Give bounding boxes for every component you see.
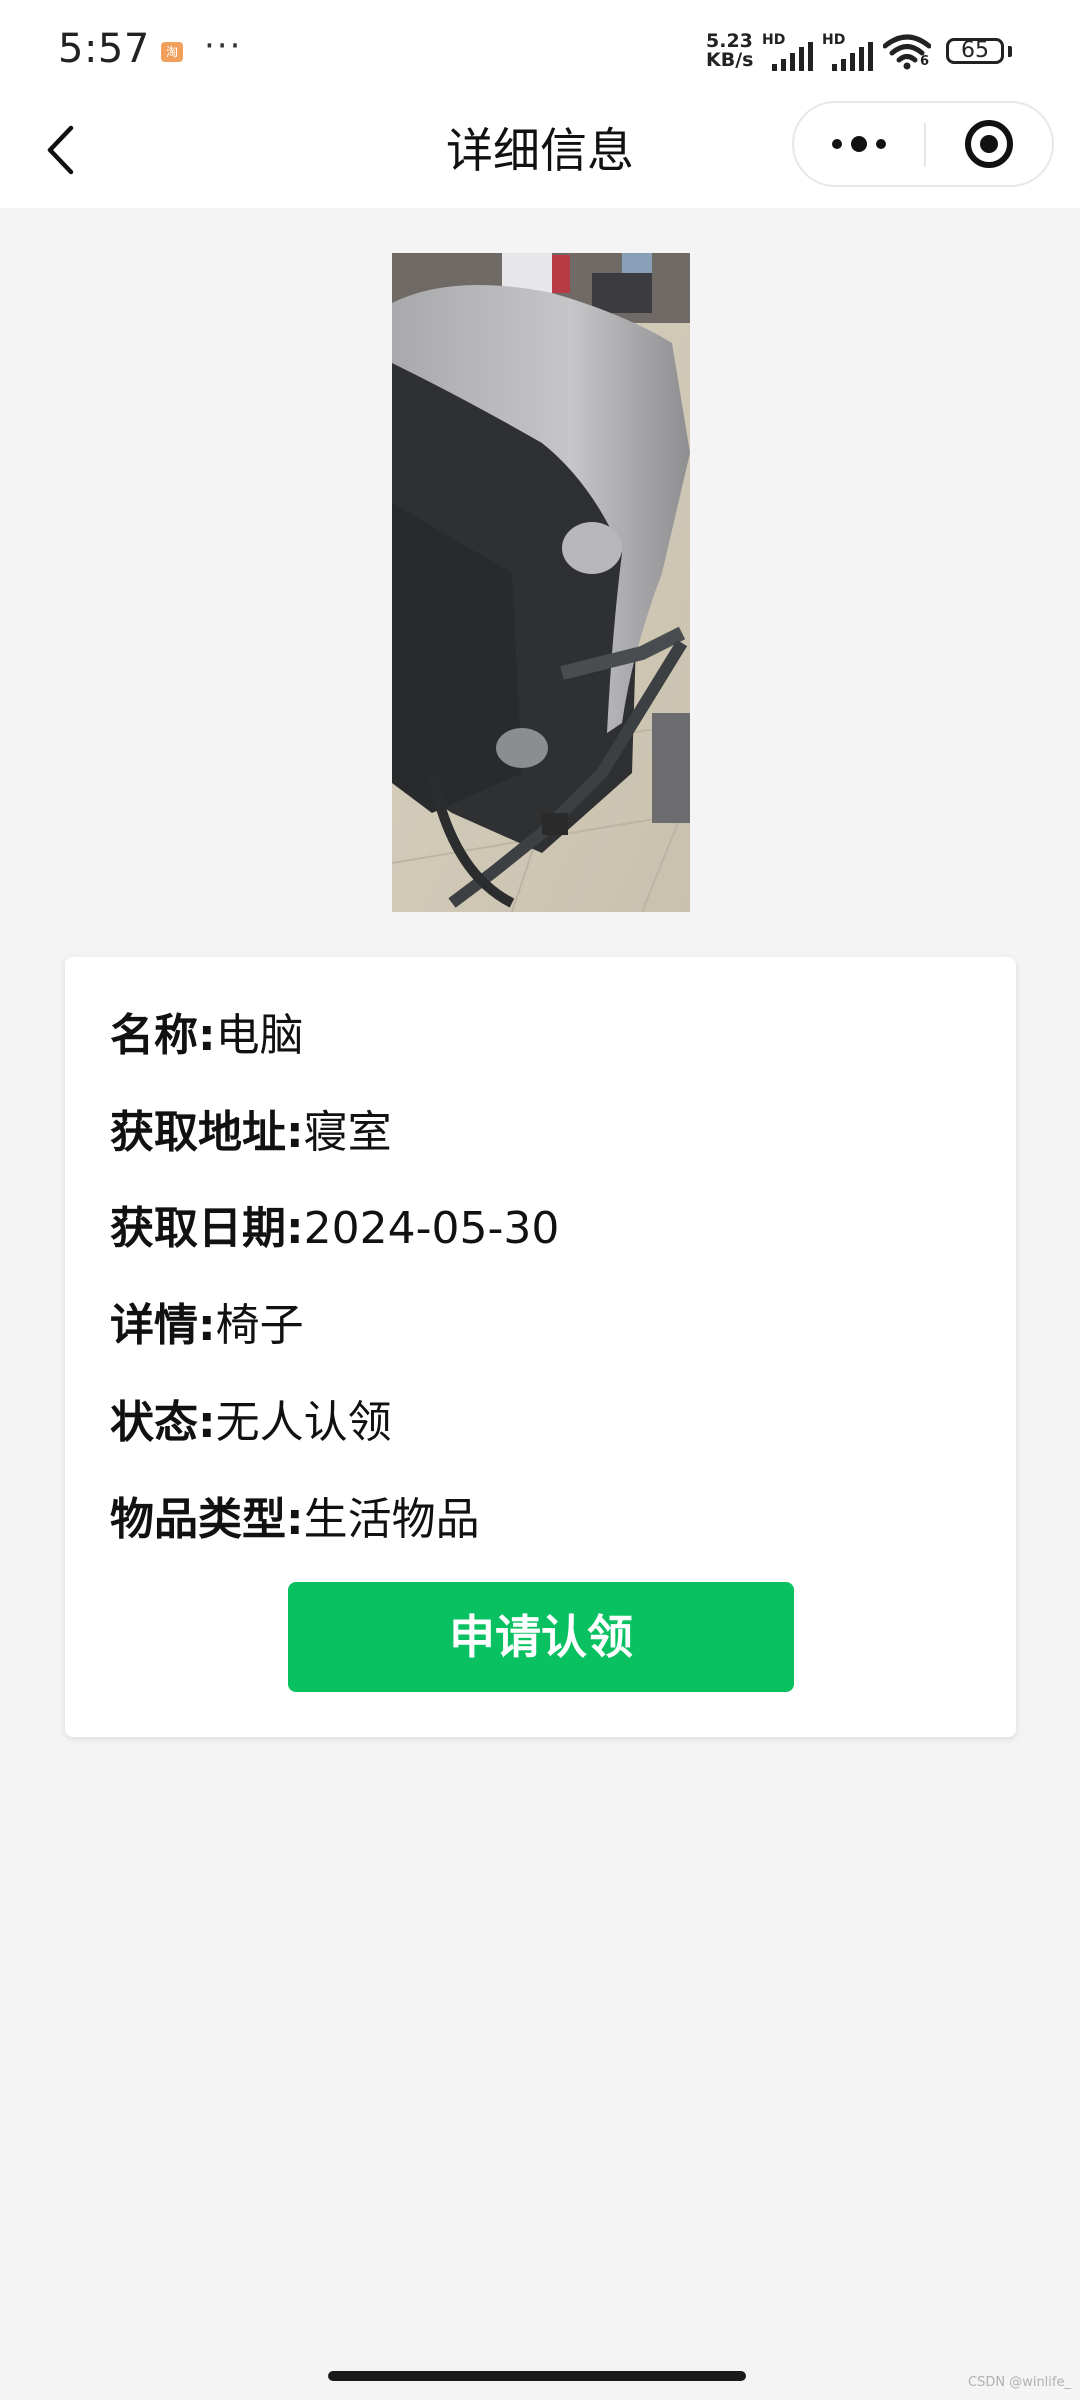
network-speed: 5.23 KB/s [706, 32, 758, 70]
home-indicator[interactable] [328, 2371, 746, 2381]
field-details-label: 详情: [110, 1300, 216, 1351]
wifi-badge: 6 [920, 54, 930, 69]
apply-claim-button[interactable]: 申请认领 [288, 1582, 794, 1692]
more-notifications-icon: ··· [204, 26, 243, 66]
battery-level: 65 [961, 38, 989, 63]
field-category: 物品类型:生活物品 [110, 1485, 480, 1555]
field-category-value: 生活物品 [303, 1494, 480, 1545]
field-location-label: 获取地址: [110, 1107, 304, 1158]
field-date-label: 获取日期: [110, 1203, 304, 1254]
more-dots-icon [832, 136, 886, 152]
field-date: 获取日期:2024-05-30 [110, 1194, 559, 1264]
signal-sim2-icon: HD [822, 32, 874, 72]
field-name-label: 名称: [110, 1010, 216, 1061]
item-detail-page: 5:57 淘 ··· 5.23 KB/s HD HD 6 65 详细信息 名称:… [0, 0, 1080, 2400]
status-bar: 5:57 淘 ··· 5.23 KB/s HD HD 6 65 [0, 0, 1080, 95]
taobao-notification-icon: 淘 [161, 42, 183, 62]
more-options-button[interactable] [794, 103, 924, 185]
battery-tip [1008, 46, 1012, 57]
field-status-label: 状态: [110, 1397, 216, 1448]
chevron-left-icon [47, 125, 74, 175]
status-time: 5:57 [58, 26, 150, 72]
close-mini-program-button[interactable] [926, 103, 1052, 185]
back-button[interactable] [30, 115, 90, 185]
field-status: 状态:无人认领 [110, 1388, 392, 1458]
field-location: 获取地址:寝室 [110, 1098, 392, 1168]
field-details-value: 椅子 [215, 1300, 304, 1351]
field-date-value: 2024-05-30 [303, 1203, 560, 1254]
battery-icon: 65 [946, 38, 1004, 64]
field-details: 详情:椅子 [110, 1291, 304, 1361]
field-category-label: 物品类型: [110, 1494, 304, 1545]
field-status-value: 无人认领 [215, 1397, 392, 1448]
field-name: 名称:电脑 [110, 1001, 304, 1071]
network-speed-unit: KB/s [706, 49, 754, 71]
item-photo [392, 253, 690, 912]
field-location-value: 寝室 [303, 1107, 392, 1158]
signal-sim1-icon: HD [762, 32, 814, 72]
mini-program-capsule [792, 101, 1054, 187]
target-close-icon [965, 120, 1013, 168]
navigation-bar: 详细信息 [0, 95, 1080, 208]
item-info-card: 名称:电脑 获取地址:寝室 获取日期:2024-05-30 详情:椅子 状态:无… [65, 957, 1016, 1737]
field-name-value: 电脑 [215, 1010, 304, 1061]
watermark: CSDN @winlife_ [968, 2375, 1071, 2390]
